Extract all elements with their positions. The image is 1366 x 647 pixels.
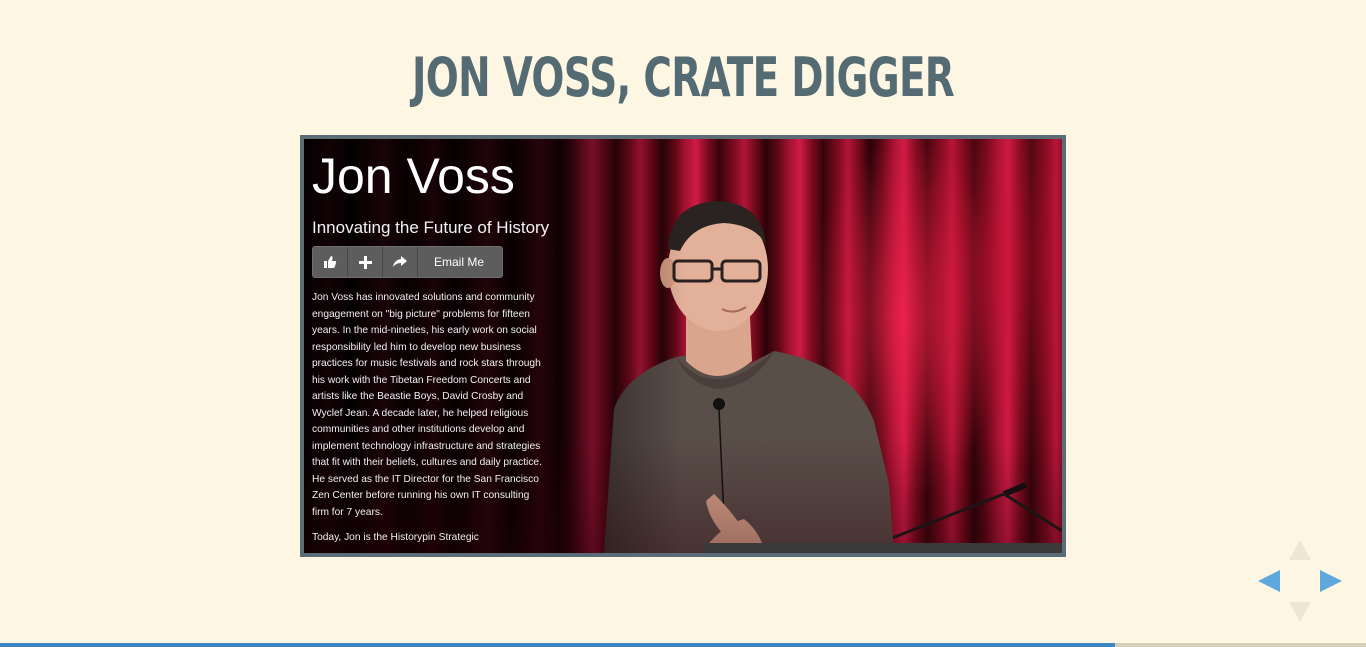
plus-icon (358, 255, 372, 269)
like-button[interactable] (313, 247, 348, 277)
arrow-up-icon[interactable] (1288, 538, 1312, 562)
arrow-left-icon[interactable] (1256, 568, 1282, 594)
share-arrow-icon (393, 256, 407, 267)
add-button[interactable] (348, 247, 383, 277)
progress-fill (0, 643, 1115, 647)
profile-tagline: Innovating the Future of History (312, 218, 550, 237)
profile-bio-continued: Today, Jon is the Historypin Strategic (312, 532, 479, 543)
arrow-right-icon[interactable] (1318, 568, 1344, 594)
thumbs-up-icon (324, 256, 337, 268)
profile-card: Jon Voss Innovating the Future of Histor… (312, 145, 562, 547)
slide-navigation (1256, 538, 1344, 624)
podium (704, 543, 1062, 553)
profile-embed: Jon Voss Innovating the Future of Histor… (300, 135, 1066, 557)
share-button[interactable] (383, 247, 418, 277)
profile-actions: Email Me (312, 246, 503, 278)
arrow-down-icon[interactable] (1288, 600, 1312, 624)
slide-title: JON VOSS, CRATE DIGGER (411, 46, 955, 109)
profile-name: Jon Voss (312, 148, 515, 204)
email-me-button[interactable]: Email Me (418, 247, 500, 277)
presentation-progress (0, 643, 1366, 647)
profile-bio: Jon Voss has innovated solutions and com… (312, 292, 542, 518)
